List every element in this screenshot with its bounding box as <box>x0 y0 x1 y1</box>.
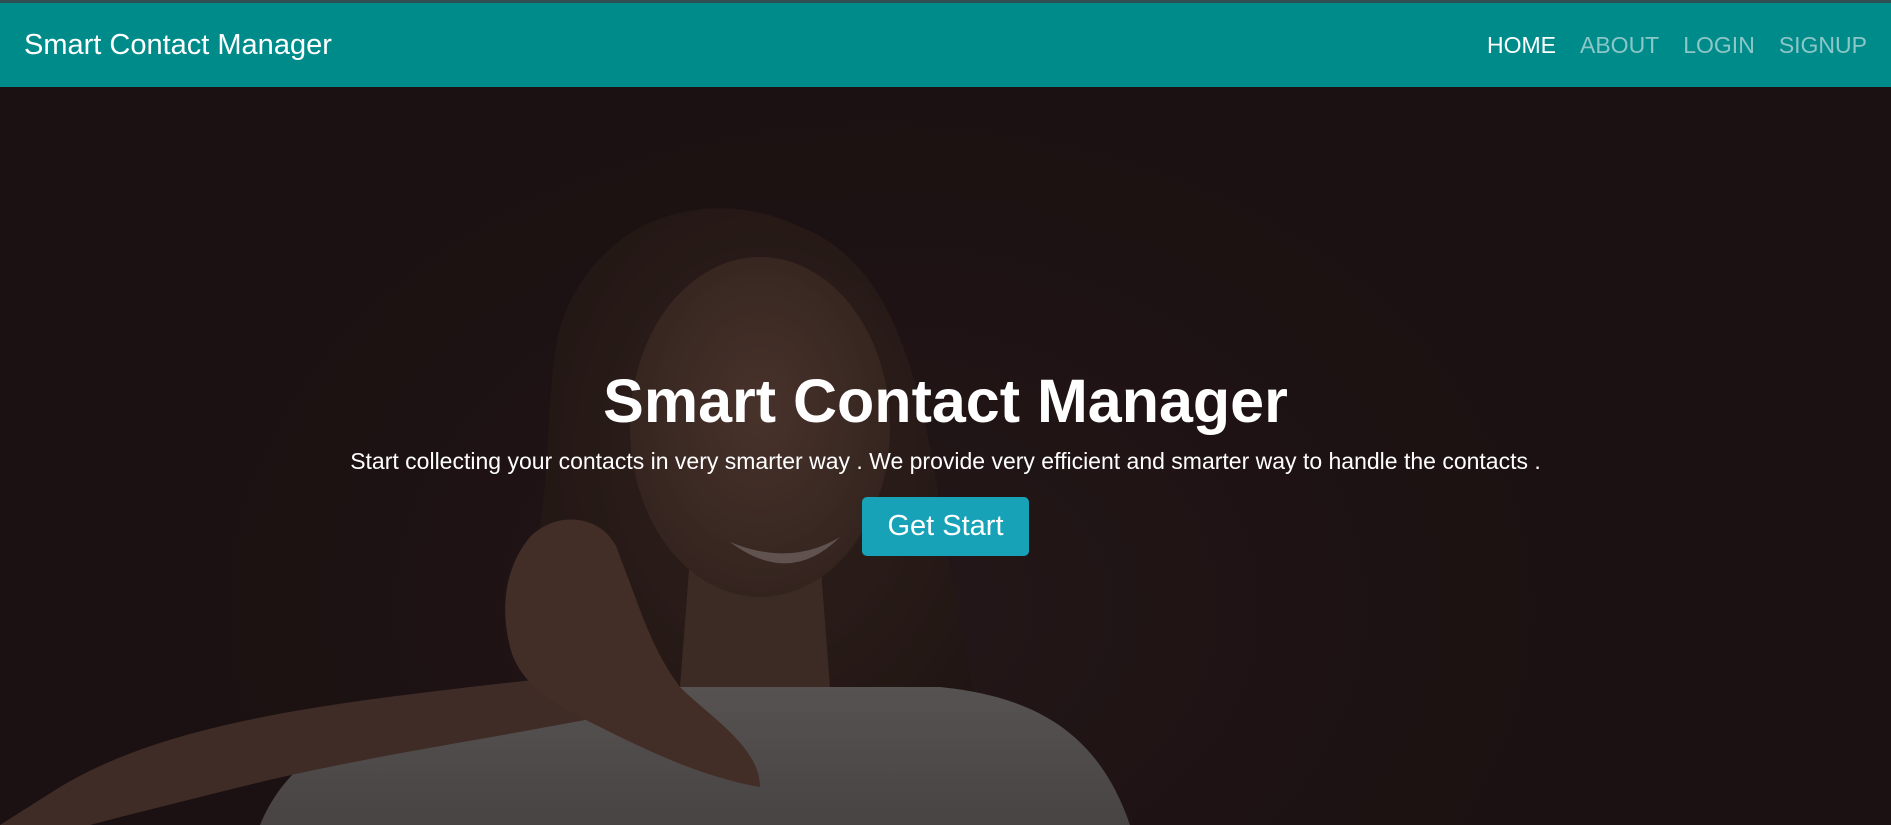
nav-link-about[interactable]: ABOUT <box>1580 32 1659 59</box>
hero-description: Start collecting your contacts in very s… <box>350 448 1541 474</box>
hero-content: Smart Contact Manager Start collecting y… <box>0 365 1891 556</box>
nav-link-signup[interactable]: SIGNUP <box>1779 32 1867 59</box>
hero-title: Smart Contact Manager <box>603 367 1288 435</box>
brand-link[interactable]: Smart Contact Manager <box>24 29 332 62</box>
nav-links: HOME ABOUT LOGIN SIGNUP <box>1487 32 1867 59</box>
hero-section: Smart Contact Manager Start collecting y… <box>0 87 1891 825</box>
navbar: Smart Contact Manager HOME ABOUT LOGIN S… <box>0 3 1891 87</box>
nav-link-login[interactable]: LOGIN <box>1683 32 1755 59</box>
nav-link-home[interactable]: HOME <box>1487 32 1556 59</box>
page: Smart Contact Manager HOME ABOUT LOGIN S… <box>0 0 1891 825</box>
get-start-button[interactable]: Get Start <box>862 497 1029 556</box>
